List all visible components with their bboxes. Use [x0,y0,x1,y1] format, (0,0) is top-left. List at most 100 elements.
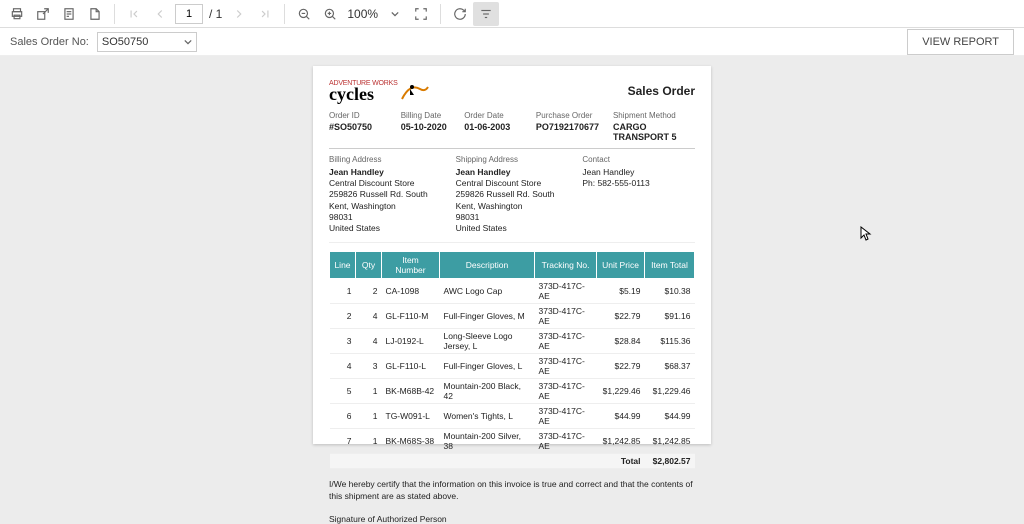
certification-text: I/We hereby certify that the information… [329,479,695,503]
billing-line: 259826 Russell Rd. South [329,189,442,200]
cell-qty: 1 [356,403,382,428]
report-viewer: ADVENTURE WORKS cycles Sales Order Order… [0,56,1024,523]
shipping-name: Jean Handley [456,167,569,178]
next-page-icon[interactable] [226,2,252,26]
shipping-line: United States [456,223,569,234]
sales-order-select[interactable]: SO50750 [97,32,197,52]
contact-name: Jean Handley [582,167,695,178]
table-row: 61TG-W091-LWomen's Tights, L373D-417C-AE… [330,403,695,428]
table-row: 43GL-F110-LFull-Finger Gloves, L373D-417… [330,353,695,378]
shipping-line: 98031 [456,212,569,223]
param-label: Sales Order No: [10,36,89,48]
report-toolbar: / 1 100% [0,0,1024,28]
separator [284,4,285,24]
zoom-out-icon[interactable] [291,2,317,26]
billing-date-value: 05-10-2020 [401,122,450,132]
parameter-bar: Sales Order No: SO50750 VIEW REPORT [0,28,1024,56]
th-item-total: Item Total [645,251,695,278]
cell-tracking: 373D-417C-AE [535,428,597,453]
cell-qty: 3 [356,353,382,378]
billing-line: Kent, Washington [329,201,442,212]
table-row: 34LJ-0192-LLong-Sleeve Logo Jersey, L373… [330,328,695,353]
contact-phone: Ph: 582-555-0113 [582,178,695,189]
page-setup-icon[interactable] [82,2,108,26]
cell-line: 4 [330,353,356,378]
fit-page-icon[interactable] [408,2,434,26]
billing-line: Central Discount Store [329,178,442,189]
table-row: 71BK-M68S-38Mountain-200 Silver, 38373D-… [330,428,695,453]
cell-item-total: $1,229.46 [645,378,695,403]
logo-text-bottom: cycles [329,87,398,101]
th-item-no: Item Number [382,251,440,278]
cell-line: 6 [330,403,356,428]
cell-tracking: 373D-417C-AE [535,328,597,353]
billing-date-label: Billing Date [401,111,450,120]
refresh-icon[interactable] [447,2,473,26]
table-header-row: Line Qty Item Number Description Trackin… [330,251,695,278]
separator [440,4,441,24]
billing-name: Jean Handley [329,167,442,178]
order-date-value: 01-06-2003 [464,122,522,132]
table-row: 51BK-M68B-42Mountain-200 Black, 42373D-4… [330,378,695,403]
print-icon[interactable] [4,2,30,26]
cell-qty: 4 [356,328,382,353]
billing-line: 98031 [329,212,442,223]
cell-qty: 1 [356,428,382,453]
th-tracking: Tracking No. [535,251,597,278]
shipping-title: Shipping Address [456,155,569,164]
zoom-in-icon[interactable] [317,2,343,26]
th-line: Line [330,251,356,278]
cell-tracking: 373D-417C-AE [535,403,597,428]
contact-title: Contact [582,155,695,164]
zoom-level-label: 100% [343,7,382,21]
ship-method-value: CARGO TRANSPORT 5 [613,122,695,142]
cell-item-no: BK-M68S-38 [382,428,440,453]
cell-tracking: 373D-417C-AE [535,278,597,303]
cell-item-no: CA-1098 [382,278,440,303]
cell-unit-price: $5.19 [597,278,645,303]
cell-item-total: $115.36 [645,328,695,353]
billing-address: Billing Address Jean Handley Central Dis… [329,155,442,233]
cell-line: 2 [330,303,356,328]
cell-desc: Full-Finger Gloves, L [440,353,535,378]
cell-item-total: $10.38 [645,278,695,303]
line-items-table: Line Qty Item Number Description Trackin… [329,251,695,469]
contact-info: Contact Jean Handley Ph: 582-555-0113 [582,155,695,233]
chevron-down-icon [184,38,192,46]
cell-item-total: $44.99 [645,403,695,428]
cell-line: 7 [330,428,356,453]
report-title: Sales Order [628,84,695,98]
cell-unit-price: $28.84 [597,328,645,353]
separator [114,4,115,24]
cell-tracking: 373D-417C-AE [535,303,597,328]
cell-line: 5 [330,378,356,403]
prev-page-icon[interactable] [147,2,173,26]
cell-desc: Mountain-200 Silver, 38 [440,428,535,453]
cell-unit-price: $1,242.85 [597,428,645,453]
order-id-label: Order ID [329,111,387,120]
shipping-line: Kent, Washington [456,201,569,212]
document-icon[interactable] [56,2,82,26]
cell-item-no: LJ-0192-L [382,328,440,353]
cell-item-total: $1,242.85 [645,428,695,453]
cell-unit-price: $44.99 [597,403,645,428]
cell-desc: Long-Sleeve Logo Jersey, L [440,328,535,353]
export-icon[interactable] [30,2,56,26]
sales-order-value: SO50750 [102,36,148,48]
last-page-icon[interactable] [252,2,278,26]
view-report-button[interactable]: VIEW REPORT [907,29,1014,55]
po-label: Purchase Order [536,111,599,120]
first-page-icon[interactable] [121,2,147,26]
cell-unit-price: $22.79 [597,353,645,378]
cell-desc: Full-Finger Gloves, M [440,303,535,328]
billing-line: United States [329,223,442,234]
page-total-label: / 1 [205,7,226,21]
page-number-input[interactable] [175,4,203,24]
cell-desc: AWC Logo Cap [440,278,535,303]
cell-line: 3 [330,328,356,353]
parameters-toggle-icon[interactable] [473,2,499,26]
zoom-dropdown-icon[interactable] [382,2,408,26]
cell-tracking: 373D-417C-AE [535,353,597,378]
cell-unit-price: $22.79 [597,303,645,328]
cell-item-no: GL-F110-L [382,353,440,378]
